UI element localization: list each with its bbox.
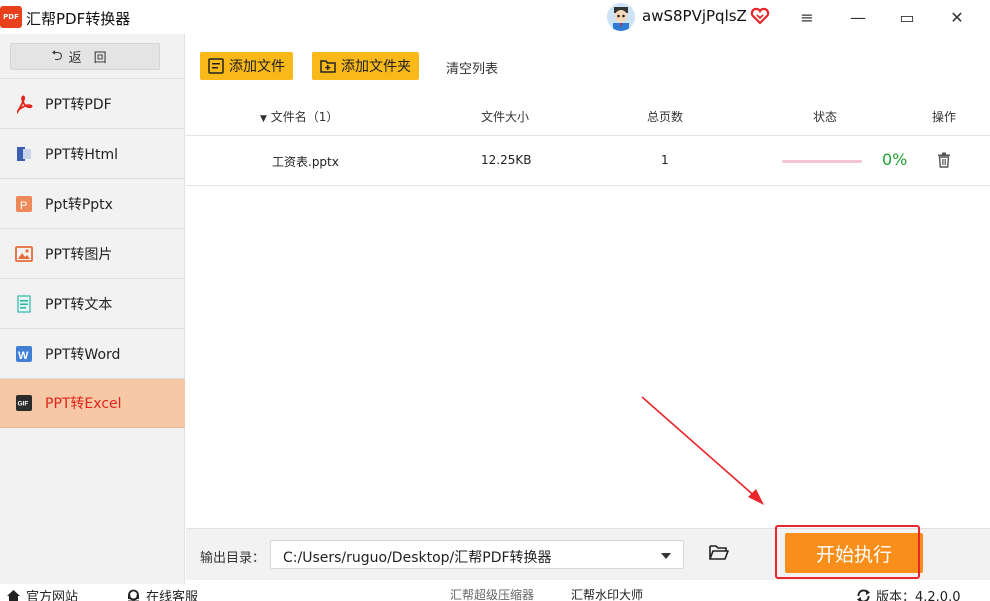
- minimize-button[interactable]: —: [843, 4, 873, 30]
- refresh-icon: [857, 588, 870, 601]
- app-logo-icon: PDF: [0, 6, 22, 28]
- avatar-icon: [607, 3, 635, 31]
- page-count-cell: 1: [661, 153, 669, 167]
- sidebar-item-label: PPT转Html: [45, 146, 118, 163]
- sidebar-item-label: PPT转图片: [45, 246, 113, 263]
- col-pages-header: 总页数: [647, 110, 684, 124]
- col-status-header: 状态: [813, 110, 838, 124]
- official-site-label: 官方网站: [26, 590, 79, 601]
- output-dir-value: C:/Users/ruguo/Desktop/汇帮PDF转换器: [283, 550, 552, 566]
- add-file-icon: [208, 58, 224, 74]
- add-folder-button[interactable]: 添加文件夹: [312, 52, 419, 80]
- sidebar-item-ppt-to-word[interactable]: W PPT转Word: [0, 328, 185, 378]
- official-site-link[interactable]: 官方网站: [6, 586, 78, 601]
- sidebar-item-ppt-to-text[interactable]: PPT转文本: [0, 278, 185, 328]
- sidebar-item-label: PPT转PDF: [45, 96, 112, 113]
- sidebar-item-ppt-to-pptx[interactable]: P Ppt转Pptx: [0, 178, 185, 228]
- output-dir-label: 输出目录：: [200, 551, 266, 566]
- footer: 官方网站 在线客服 汇帮超级压缩器 汇帮水印大师 版本：4.2.0.0: [0, 584, 990, 601]
- sidebar-item-label: PPT转文本: [45, 296, 113, 313]
- delete-trash-icon[interactable]: [937, 152, 951, 168]
- file-name-cell: 工资表.pptx: [272, 155, 339, 169]
- chevron-down-icon[interactable]: [661, 553, 671, 559]
- compressor-link[interactable]: 汇帮超级压缩器: [450, 586, 534, 601]
- online-service-label: 在线客服: [146, 590, 199, 601]
- sort-caret-icon: ▼: [260, 114, 267, 124]
- progress-percent: 0%: [882, 150, 908, 169]
- image-icon: [14, 244, 34, 264]
- username[interactable]: awS8PVjPqlsZ: [642, 7, 747, 25]
- add-folder-icon: [320, 60, 336, 73]
- sidebar-item-ppt-to-excel[interactable]: GIF PPT转Excel: [0, 378, 185, 428]
- word-icon: W: [14, 344, 34, 364]
- add-folder-label: 添加文件夹: [341, 59, 411, 75]
- col-size-header: 文件大小: [481, 110, 530, 124]
- watermark-link[interactable]: 汇帮水印大师: [571, 586, 643, 601]
- sidebar-item-label: Ppt转Pptx: [45, 196, 113, 213]
- online-service-link[interactable]: 在线客服: [126, 586, 198, 601]
- col-name-label: 文件名（1）: [270, 110, 339, 124]
- sidebar-item-ppt-to-html[interactable]: PPT转Html: [0, 128, 185, 178]
- svg-text:GIF: GIF: [18, 401, 29, 408]
- vip-heart-icon[interactable]: [750, 6, 770, 26]
- file-table-header: ▼ 文件名（1） 文件大小 总页数 状态 操作: [186, 97, 990, 136]
- back-button[interactable]: ⮌ 返回: [10, 43, 160, 70]
- close-button[interactable]: ✕: [942, 4, 972, 30]
- annotation-highlight-box: [775, 525, 920, 579]
- user-avatar[interactable]: [607, 3, 635, 31]
- col-ops-header: 操作: [932, 110, 957, 124]
- version-info[interactable]: 版本：4.2.0.0: [856, 586, 960, 601]
- sidebar-item-ppt-to-pdf[interactable]: PPT转PDF: [0, 78, 185, 128]
- file-size-cell: 12.25KB: [481, 153, 532, 167]
- headset-icon: [128, 589, 139, 601]
- gif-icon: GIF: [14, 393, 34, 413]
- svg-text:W: W: [18, 350, 29, 362]
- progress-bar: [782, 160, 862, 163]
- menu-button[interactable]: ≡: [792, 4, 822, 30]
- back-label: 返回: [68, 51, 119, 66]
- sidebar-item-ppt-to-image[interactable]: PPT转图片: [0, 228, 185, 278]
- svg-text:P: P: [20, 200, 27, 212]
- title-bar: PDF 汇帮PDF转换器 awS8PVjPqlsZ ≡ — ▭ ✕: [0, 0, 990, 34]
- html-icon: [14, 144, 34, 164]
- sidebar: ⮌ 返回 PPT转PDF PPT转Html P Ppt转Pptx PPT转图片 …: [0, 34, 185, 601]
- table-row[interactable]: 工资表.pptx 12.25KB 1 0%: [186, 136, 990, 186]
- col-name-header[interactable]: ▼ 文件名（1）: [260, 108, 338, 125]
- clear-list-button[interactable]: 清空列表: [446, 58, 498, 77]
- sidebar-item-label: PPT转Excel: [45, 396, 122, 412]
- app-title: 汇帮PDF转换器: [26, 10, 131, 28]
- maximize-button[interactable]: ▭: [892, 4, 922, 30]
- add-file-button[interactable]: 添加文件: [200, 52, 293, 80]
- pptx-icon: P: [14, 194, 34, 214]
- home-icon: [7, 589, 20, 601]
- browse-folder-icon[interactable]: [709, 544, 729, 561]
- text-icon: [14, 294, 34, 314]
- output-dir-select[interactable]: C:/Users/ruguo/Desktop/汇帮PDF转换器: [270, 540, 684, 569]
- annotation-arrow: [641, 396, 764, 505]
- pdf-icon: [14, 94, 34, 114]
- add-file-label: 添加文件: [229, 59, 285, 75]
- version-label: 版本：4.2.0.0: [876, 590, 961, 601]
- back-arrow-icon: ⮌: [51, 47, 63, 64]
- sidebar-item-label: PPT转Word: [45, 346, 121, 363]
